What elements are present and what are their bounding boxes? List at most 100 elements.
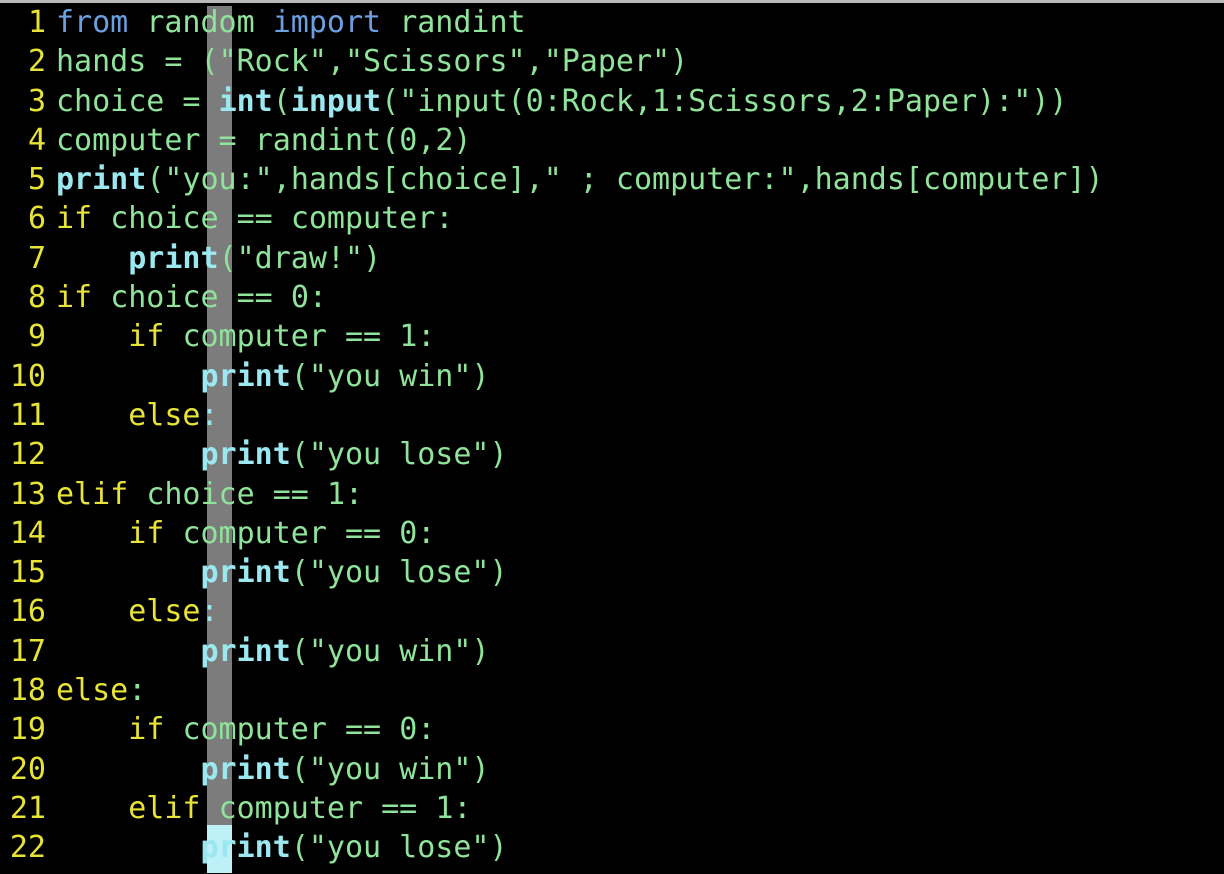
code-token: "Paper" (543, 44, 671, 80)
code-token: ( (272, 83, 291, 119)
code-token: , (796, 162, 815, 198)
code-token: == (326, 712, 400, 748)
code-line[interactable]: 10 print("you win") (0, 357, 1224, 396)
code-token: ( (381, 122, 400, 158)
code-token: randint (254, 122, 382, 158)
code-token: "you win" (308, 633, 472, 669)
code-token: : (345, 476, 364, 512)
code-line-text: if computer == 0: (56, 516, 435, 551)
code-token: if (128, 712, 165, 748)
code-line-text: print("you win") (56, 752, 490, 787)
code-editor[interactable]: 1 from random import randint 2 hands = ("Ro… (0, 0, 1224, 874)
line-number: 13 (9, 476, 46, 512)
code-line-text: if computer == 0: (56, 712, 435, 747)
line-number: 11 (9, 397, 46, 433)
code-token: , (525, 44, 544, 80)
code-token: 0 (399, 515, 418, 551)
code-line-text: print("draw!") (56, 241, 381, 276)
code-line[interactable]: 11 else: (0, 396, 1224, 435)
code-token: 0 (399, 712, 418, 748)
code-line[interactable]: 19 if computer == 0: (0, 710, 1224, 749)
line-number: 3 (27, 83, 46, 119)
code-token: int (218, 83, 273, 119)
code-token: : (435, 201, 454, 237)
line-number: 14 (9, 515, 46, 551)
code-token: : (453, 790, 472, 826)
code-token: ) (471, 358, 490, 394)
code-token: else (56, 673, 129, 709)
code-line-text: hands = ("Rock","Scissors","Paper") (56, 44, 688, 79)
code-token: ) (453, 122, 472, 158)
line-number: 22 (9, 830, 46, 866)
code-token: random (146, 5, 255, 40)
code-token: computer (290, 201, 436, 237)
code-line[interactable]: 15 print("you lose") (0, 553, 1224, 592)
code-line[interactable]: 8 if choice == 0: (0, 278, 1224, 317)
line-number: 7 (27, 240, 46, 276)
code-token: ( (290, 830, 309, 866)
code-line-text: print("you:",hands[choice]," ; computer:… (56, 162, 1104, 197)
code-line-text: else: (56, 594, 218, 629)
code-line[interactable]: 1 from random import randint (0, 3, 1224, 42)
code-token: input (290, 83, 382, 119)
code-token: if (128, 319, 165, 355)
code-token: print (56, 162, 147, 198)
code-token: ( (290, 751, 309, 787)
code-line-text: computer = randint(0,2) (56, 123, 471, 158)
line-number: 4 (27, 122, 46, 158)
line-number: 1 (27, 5, 46, 40)
code-line-text: if choice == computer: (56, 201, 453, 236)
code-token: hands (814, 162, 905, 198)
code-token: computer (923, 162, 1068, 198)
code-line[interactable]: 16 else: (0, 592, 1224, 631)
code-token: == (218, 280, 291, 316)
code-line-text: print("you lose") (56, 437, 508, 472)
code-token: elif (128, 790, 201, 826)
code-token: print (200, 633, 291, 669)
code-token: "you:" (164, 162, 273, 198)
code-line[interactable]: 9 if computer == 1: (0, 317, 1224, 356)
code-token: choice (399, 162, 508, 198)
code-token: : (200, 397, 219, 433)
code-token: ]) (1067, 162, 1104, 198)
code-line[interactable]: 21 elif computer == 1: (0, 789, 1224, 828)
code-line-text: if computer == 1: (56, 319, 435, 354)
code-line-list: 1 from random import randint 2 hands = ("Ro… (0, 3, 1224, 868)
code-line[interactable]: 4 computer = randint(0,2) (0, 121, 1224, 160)
code-token: if (128, 515, 165, 551)
line-number: 20 (9, 751, 46, 787)
code-token: ( (218, 240, 237, 276)
code-line[interactable]: 3 choice = int(input("input(0:Rock,1:Scis… (0, 82, 1224, 121)
code-line[interactable]: 17 print("you win") (0, 632, 1224, 671)
code-token: [ (904, 162, 923, 198)
code-line[interactable]: 7 print("draw!") (0, 239, 1224, 278)
line-number: 5 (27, 162, 46, 198)
code-line[interactable]: 18 else: (0, 671, 1224, 710)
code-token: 0 (399, 122, 418, 158)
code-token: ( (381, 83, 400, 119)
code-token: "Rock" (218, 44, 327, 80)
code-line-text: from random import randint (56, 5, 526, 40)
code-line[interactable]: 6 if choice == computer: (0, 199, 1224, 238)
code-line[interactable]: 12 print("you lose") (0, 435, 1224, 474)
code-token: ( (290, 555, 309, 591)
code-token: : (308, 280, 327, 316)
code-line[interactable]: 22 print("you lose") (0, 828, 1224, 867)
code-line[interactable]: 5 print("you:",hands[choice]," ; computer… (0, 160, 1224, 199)
code-line[interactable]: 13 elif choice == 1: (0, 475, 1224, 514)
code-token: == (254, 476, 327, 512)
code-line[interactable]: 20 print("you win") (0, 750, 1224, 789)
code-token: : (417, 319, 436, 355)
code-line[interactable]: 14 if computer == 0: (0, 514, 1224, 553)
code-line[interactable]: 2 hands = ("Rock","Scissors","Paper") (0, 42, 1224, 81)
code-token: print (128, 240, 219, 276)
code-token: choice (146, 476, 255, 512)
